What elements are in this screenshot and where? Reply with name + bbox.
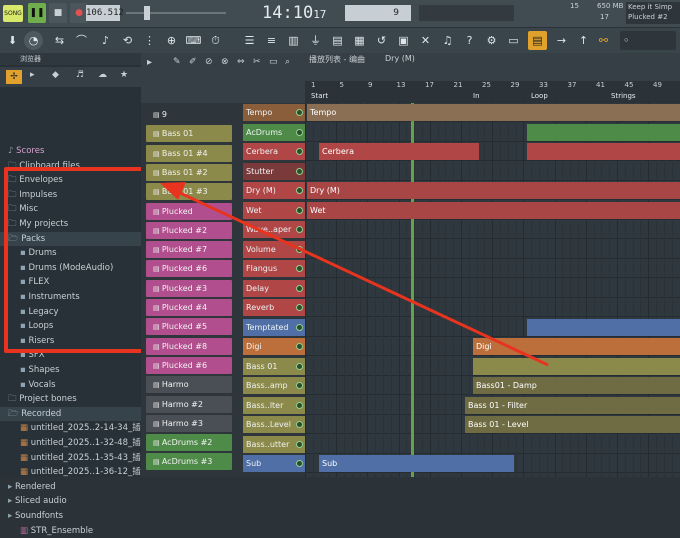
browser-item[interactable]: ▸ Sliced audio xyxy=(0,494,141,508)
annotation-arrow xyxy=(160,182,549,367)
folder-icon: ▸ xyxy=(8,511,15,521)
browser-item-label: Soundfonts xyxy=(14,511,64,521)
browser-item-label: Sliced audio xyxy=(14,496,67,507)
folder-icon: ▥ xyxy=(20,525,31,536)
browser-item[interactable]: ▥ STR_Ensemble xyxy=(0,524,141,538)
browser-item[interactable]: ▸ Soundfonts xyxy=(0,509,141,523)
browser-item-label: Rendered xyxy=(14,481,56,492)
folder-icon: ▸ xyxy=(8,496,15,507)
browser-item[interactable]: ▸ Rendered xyxy=(0,480,141,494)
browser-item-label: STR_Ensemble xyxy=(30,525,94,536)
folder-icon: ▸ xyxy=(8,481,15,492)
